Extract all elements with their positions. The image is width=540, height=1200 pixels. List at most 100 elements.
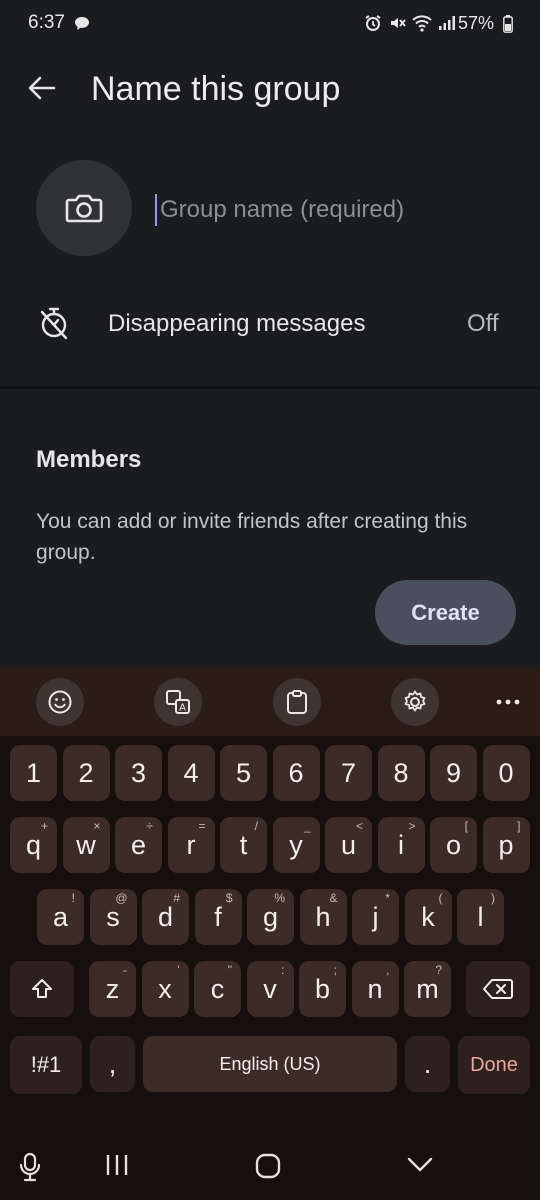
back-button[interactable] xyxy=(22,68,62,108)
key-label: x xyxy=(158,973,172,1004)
hide-keyboard-button[interactable] xyxy=(406,1156,434,1174)
key-i[interactable]: i > xyxy=(377,817,425,873)
key-h[interactable]: h & xyxy=(299,889,347,945)
emoji-button[interactable] xyxy=(36,678,84,726)
key-4[interactable]: 4 xyxy=(167,745,215,801)
key-label: t xyxy=(239,829,248,860)
settings-icon xyxy=(404,690,426,712)
key-hint: + xyxy=(40,819,48,833)
key-6[interactable]: 6 xyxy=(272,745,320,801)
backspace-key[interactable] xyxy=(466,961,530,1017)
comma-key[interactable]: , xyxy=(90,1036,135,1092)
key-label: e xyxy=(130,829,147,860)
key-k[interactable]: k( xyxy=(404,889,452,945)
recent-apps-icon xyxy=(106,1155,128,1175)
key-x[interactable]: x ' xyxy=(141,961,189,1017)
key-label: !#1 xyxy=(30,1052,62,1077)
key-hint: & xyxy=(329,891,338,905)
key-t[interactable]: t / xyxy=(220,817,267,873)
key-n[interactable]: n, xyxy=(351,961,399,1017)
key-label: b xyxy=(314,973,331,1004)
navigation-bar xyxy=(0,1132,540,1200)
key-hint: × xyxy=(93,819,101,833)
key-hint: % xyxy=(274,891,285,905)
alarm-icon xyxy=(364,14,382,32)
key-hint: = xyxy=(198,819,206,833)
key-2[interactable]: 2 xyxy=(62,745,110,801)
key-hint: : xyxy=(281,963,285,977)
key-hint: ; xyxy=(333,963,337,977)
symbols-key[interactable]: !#1 xyxy=(10,1036,82,1094)
camera-icon xyxy=(65,192,103,224)
create-button[interactable]: Create xyxy=(375,580,516,645)
key-label: 7 xyxy=(340,757,357,788)
keyboard-settings-button[interactable] xyxy=(391,678,439,726)
home-button[interactable] xyxy=(254,1152,282,1180)
key-b[interactable]: b; xyxy=(299,961,346,1017)
clipboard-button[interactable] xyxy=(273,678,321,726)
key-hint: ( xyxy=(438,891,443,905)
key-d[interactable]: d # xyxy=(142,889,189,945)
group-avatar-button[interactable] xyxy=(36,160,132,256)
key-label: 2 xyxy=(78,757,94,788)
key-0[interactable]: 0 xyxy=(482,745,530,801)
key-3[interactable]: 3 xyxy=(115,745,162,801)
period-key[interactable]: . xyxy=(405,1036,450,1092)
key-g[interactable]: g% xyxy=(247,889,294,945)
home-icon xyxy=(255,1153,281,1179)
key-label: 0 xyxy=(498,757,514,788)
translate-button[interactable]: A xyxy=(154,678,202,726)
key-l[interactable]: l) xyxy=(457,889,504,945)
more-icon xyxy=(496,699,520,705)
key-8[interactable]: 8 xyxy=(377,745,425,801)
key-label: y xyxy=(289,829,303,860)
key-s[interactable]: s @ xyxy=(89,889,137,945)
key-q[interactable]: q + xyxy=(10,817,57,873)
key-f[interactable]: f $ xyxy=(194,889,242,945)
key-r[interactable]: r = xyxy=(167,817,215,873)
disappearing-messages-value: Off xyxy=(467,310,499,337)
key-hint: ' xyxy=(177,963,180,977)
key-w[interactable]: w × xyxy=(62,817,110,873)
key-v[interactable]: v: xyxy=(246,961,294,1017)
clipboard-icon xyxy=(287,690,307,714)
section-divider xyxy=(0,386,540,389)
key-hint: [ xyxy=(464,819,468,833)
more-options-button[interactable] xyxy=(488,688,528,716)
key-label: j xyxy=(372,901,379,932)
key-9[interactable]: 9 xyxy=(430,745,477,801)
key-label: z xyxy=(105,973,120,1004)
key-e[interactable]: e ÷ xyxy=(115,817,162,873)
mute-icon xyxy=(388,14,406,32)
recent-apps-button[interactable] xyxy=(104,1152,130,1178)
key-p[interactable]: p] xyxy=(482,817,530,873)
key-z[interactable]: z- xyxy=(89,961,136,1017)
key-o[interactable]: o[ xyxy=(430,817,477,873)
key-c[interactable]: c " xyxy=(194,961,241,1017)
chevron-down-icon xyxy=(407,1157,433,1172)
key-7[interactable]: 7 xyxy=(325,745,372,801)
key-m[interactable]: m? xyxy=(404,961,451,1017)
group-name-input[interactable] xyxy=(156,190,510,230)
key-label: d xyxy=(157,901,174,932)
key-hint: , xyxy=(386,963,390,977)
key-5[interactable]: 5 xyxy=(220,745,267,801)
microphone-button[interactable] xyxy=(16,1152,44,1182)
key-j[interactable]: j * xyxy=(352,889,399,945)
key-label: c xyxy=(210,973,225,1004)
key-label: f xyxy=(214,901,222,932)
key-label: 4 xyxy=(183,757,199,788)
key-y[interactable]: y _ xyxy=(272,817,320,873)
key-a[interactable]: a! xyxy=(37,889,84,945)
shift-key[interactable] xyxy=(10,961,74,1017)
done-key[interactable]: Done xyxy=(458,1036,530,1094)
key-u[interactable]: u < xyxy=(325,817,372,873)
translate-icon: A xyxy=(166,690,190,714)
space-key[interactable]: English (US) xyxy=(143,1036,397,1092)
key-label: . xyxy=(423,1048,432,1079)
key-label: q xyxy=(25,829,42,860)
key-label: w xyxy=(76,829,96,860)
key-hint: ? xyxy=(435,963,442,977)
key-hint: - xyxy=(123,963,127,977)
key-1[interactable]: 1 xyxy=(10,745,57,801)
